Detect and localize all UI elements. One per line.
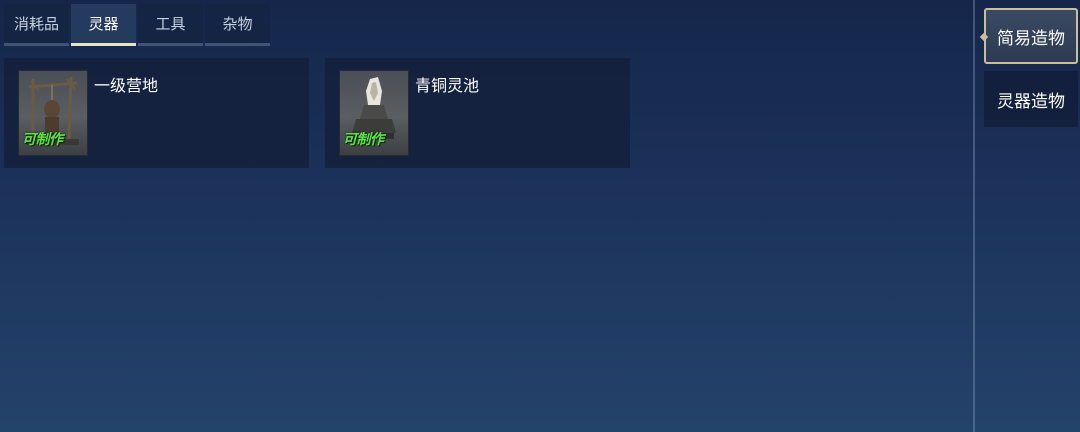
side-category-simple-crafting[interactable]: 简易造物 <box>979 8 1078 64</box>
craftable-label: 可制作 <box>22 132 63 148</box>
craftable-label: 可制作 <box>343 132 384 148</box>
side-category-label: 简易造物 <box>997 28 1065 49</box>
selected-notch-icon <box>979 32 989 42</box>
tab-consumables[interactable]: 消耗品 <box>4 4 69 46</box>
side-category-artifact-crafting[interactable]: 灵器造物 <box>984 71 1078 127</box>
panel-divider <box>973 0 975 432</box>
bronze-spirit-pool-icon: 可制作 <box>339 70 409 156</box>
tab-misc[interactable]: 杂物 <box>205 4 270 46</box>
item-card-camp[interactable]: 可制作 一级营地 <box>4 58 309 168</box>
tab-tools[interactable]: 工具 <box>138 4 203 46</box>
tab-spirit-artifacts[interactable]: 灵器 <box>71 4 136 46</box>
item-name: 一级营地 <box>94 76 159 95</box>
category-tab-bar: 消耗品 灵器 工具 杂物 <box>4 4 270 46</box>
camp-structure-icon: 可制作 <box>18 70 88 156</box>
item-card-bronze-pool[interactable]: 可制作 青铜灵池 <box>325 58 630 168</box>
item-name: 青铜灵池 <box>415 76 480 95</box>
side-category-label: 灵器造物 <box>997 91 1065 112</box>
